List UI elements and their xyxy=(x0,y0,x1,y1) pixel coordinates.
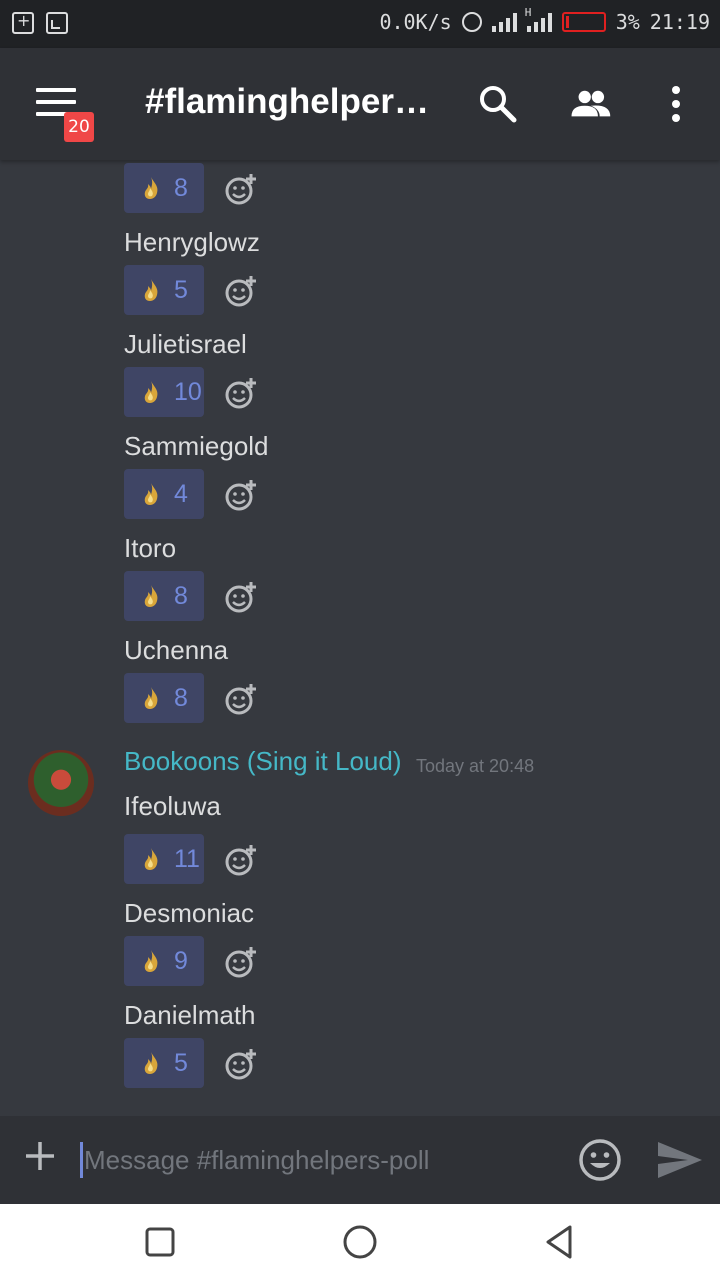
add-reaction-icon[interactable] xyxy=(224,173,258,207)
flame-icon xyxy=(144,585,158,607)
search-icon[interactable] xyxy=(476,82,520,126)
notification-badge: 20 xyxy=(64,112,94,142)
message-input[interactable] xyxy=(84,1138,554,1182)
add-reaction-icon[interactable] xyxy=(224,479,258,513)
network-speed: 0.0K/s xyxy=(379,10,452,34)
text-cursor xyxy=(80,1142,83,1178)
author-name[interactable]: Bookoons (Sing it Loud) xyxy=(124,746,402,777)
reaction-chip[interactable]: 5 xyxy=(124,265,204,315)
add-reaction-icon[interactable] xyxy=(224,275,258,309)
reaction-count: 5 xyxy=(174,275,188,304)
alarm-icon xyxy=(461,12,482,32)
flame-icon xyxy=(144,848,158,870)
add-reaction-icon[interactable] xyxy=(224,844,258,878)
message-composer xyxy=(0,1116,720,1204)
flame-icon xyxy=(144,950,158,972)
avatar[interactable] xyxy=(28,750,94,816)
reaction-chip[interactable]: 11 xyxy=(124,834,204,884)
flame-icon xyxy=(144,381,158,403)
back-icon[interactable] xyxy=(542,1224,578,1260)
add-reaction-icon[interactable] xyxy=(224,946,258,980)
plus-icon[interactable] xyxy=(24,1140,56,1172)
add-reaction-icon[interactable] xyxy=(224,377,258,411)
reaction-chip[interactable]: 8 xyxy=(124,571,204,621)
add-reaction-icon[interactable] xyxy=(224,1048,258,1082)
clock: 21:19 xyxy=(649,10,710,34)
entry-name: Itoro xyxy=(124,533,177,563)
cast-icon xyxy=(46,12,68,34)
reaction-count: 4 xyxy=(174,479,188,508)
flame-icon xyxy=(144,177,158,199)
reaction-chip[interactable]: 5 xyxy=(124,1038,204,1088)
reaction-count: 9 xyxy=(174,946,188,975)
signal-type-label: H xyxy=(524,6,532,19)
flame-icon xyxy=(144,687,158,709)
reaction-chip[interactable]: 8 xyxy=(124,163,204,213)
channel-title[interactable]: #flaminghelpers-... xyxy=(145,82,445,122)
entry-name: Ifeoluwa xyxy=(124,791,221,821)
message-timestamp: Today at 20:48 xyxy=(416,756,535,776)
entry-name: Desmoniac xyxy=(124,898,255,928)
members-icon[interactable] xyxy=(568,82,612,126)
home-icon[interactable] xyxy=(342,1224,378,1260)
entry-name: Julietisrael xyxy=(124,329,247,359)
entry-name: Danielmath xyxy=(124,1000,256,1030)
message-list[interactable]: 8 Henryglowz 5 Julietisrael 10 Sammiegol… xyxy=(0,160,720,1116)
reaction-count: 8 xyxy=(174,173,188,202)
app-bar: 20 #flaminghelpers-... xyxy=(0,48,720,160)
system-nav-bar xyxy=(0,1204,720,1280)
status-left-icons xyxy=(12,11,68,34)
flame-icon xyxy=(144,1052,158,1074)
emoji-icon[interactable] xyxy=(578,1138,622,1182)
reaction-count: 5 xyxy=(174,1048,188,1077)
reaction-chip[interactable]: 9 xyxy=(124,936,204,986)
usb-icon xyxy=(12,11,34,34)
reaction-count: 10 xyxy=(174,377,202,406)
more-vertical-icon[interactable] xyxy=(654,82,698,126)
entry-name: Sammiegold xyxy=(124,431,269,461)
reaction-count: 8 xyxy=(174,581,188,610)
reaction-count: 11 xyxy=(174,844,200,873)
reaction-chip[interactable]: 8 xyxy=(124,673,204,723)
battery-icon xyxy=(561,12,606,32)
send-icon[interactable] xyxy=(656,1138,704,1182)
reaction-chip[interactable]: 4 xyxy=(124,469,204,519)
status-right: 0.0K/s H 3% 21:19 xyxy=(379,6,710,34)
reaction-chip[interactable]: 10 xyxy=(124,367,204,417)
signal-h-icon: H xyxy=(525,6,552,32)
signal-icon xyxy=(491,12,517,32)
entry-name: Henryglowz xyxy=(124,227,260,257)
entry-name: Uchenna xyxy=(124,635,229,665)
add-reaction-icon[interactable] xyxy=(224,683,258,717)
flame-icon xyxy=(144,279,158,301)
reaction-count: 8 xyxy=(174,683,188,712)
battery-percent: 3% xyxy=(615,10,640,34)
add-reaction-icon[interactable] xyxy=(224,581,258,615)
status-bar: 0.0K/s H 3% 21:19 xyxy=(0,0,720,48)
flame-icon xyxy=(144,483,158,505)
recents-icon[interactable] xyxy=(142,1224,178,1260)
